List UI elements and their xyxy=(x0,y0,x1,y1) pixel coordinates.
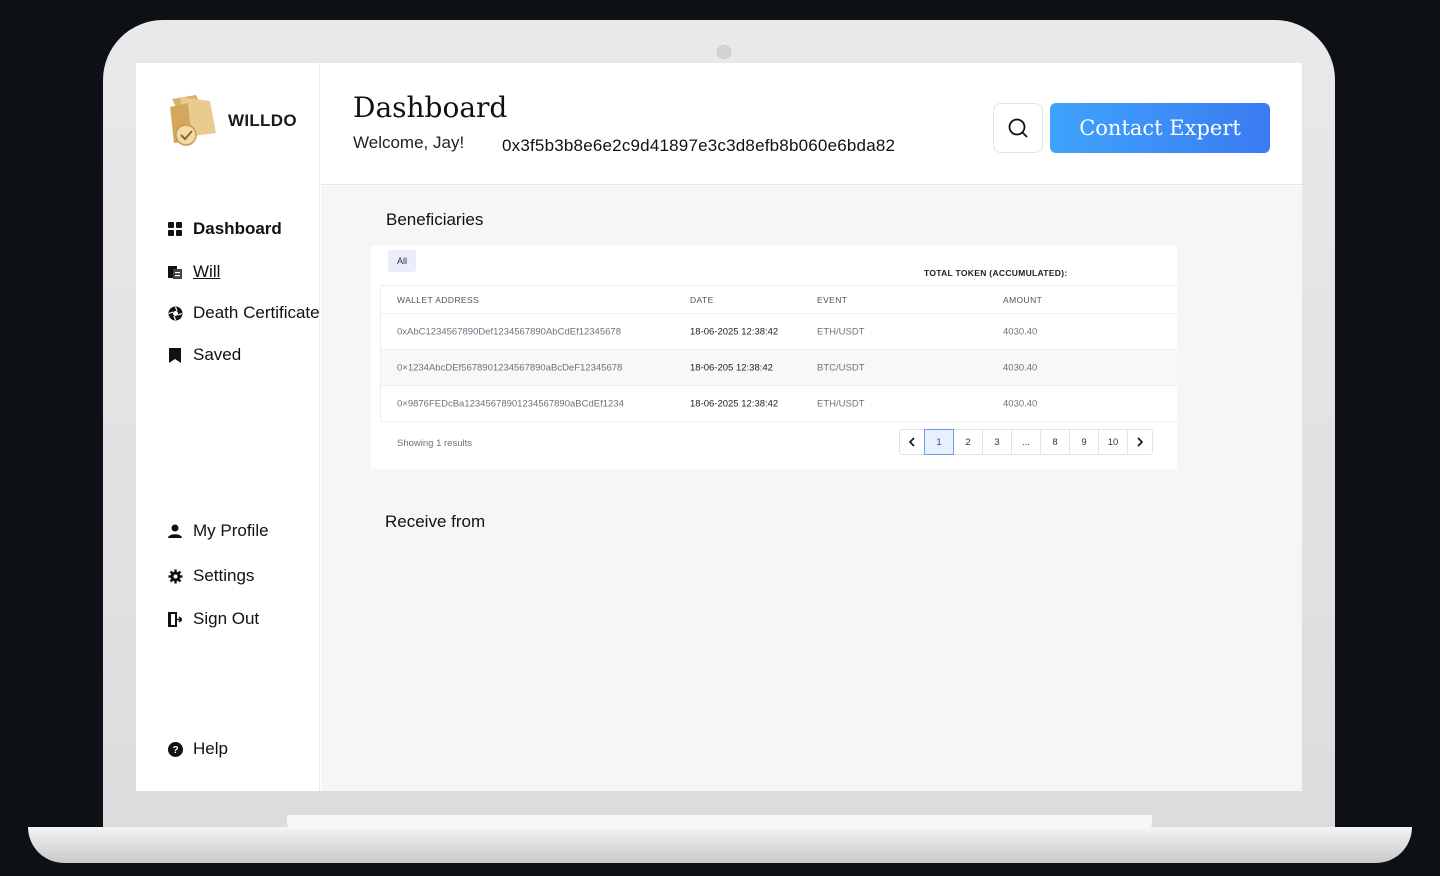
total-token-label: TOTAL TOKEN (ACCUMULATED): xyxy=(924,268,1068,278)
table-row[interactable]: 0xAbC1234567890Def1234567890AbCdEf123456… xyxy=(381,314,1177,350)
sidebar-item-label: Settings xyxy=(193,566,255,585)
search-icon xyxy=(1008,118,1028,138)
sidebar-item-label: Death Certificate xyxy=(193,303,320,322)
beneficiaries-card: All TOTAL TOKEN (ACCUMULATED): WALLET AD… xyxy=(371,246,1177,469)
chevron-left-icon xyxy=(908,437,915,447)
cell-wallet: 0xAbC1234567890Def1234567890AbCdEf123456… xyxy=(397,326,621,337)
page-button-2[interactable]: 2 xyxy=(953,429,983,455)
cell-wallet: 0×9876FEDcBa12345678901234567890aBCdEf12… xyxy=(397,398,624,409)
svg-text:?: ? xyxy=(172,745,178,756)
sidebar-item-my-profile[interactable]: My Profile xyxy=(167,521,269,541)
user-icon xyxy=(167,523,183,539)
sidebar-item-label: Saved xyxy=(193,345,242,364)
search-button[interactable] xyxy=(993,103,1043,153)
grid-icon xyxy=(167,221,183,237)
page-button-10[interactable]: 10 xyxy=(1098,429,1128,455)
sidebar-item-help[interactable]: ? Help xyxy=(167,739,228,759)
column-header-wallet[interactable]: WALLET ADDRESS xyxy=(397,295,479,305)
cell-wallet: 0×1234AbcDEf5678901234567890aBcDeF123456… xyxy=(397,362,623,373)
cell-event: ETH/USDT xyxy=(817,326,865,337)
main-content: Beneficiaries All TOTAL TOKEN (ACCUMULAT… xyxy=(321,186,1302,791)
gear-icon xyxy=(167,568,183,584)
sidebar-item-settings[interactable]: Settings xyxy=(167,566,254,586)
brand-name: WILLDO xyxy=(228,111,297,130)
filter-tab-all[interactable]: All xyxy=(388,250,416,272)
laptop-base xyxy=(28,827,1412,863)
sidebar: WILLDO Dashboard Will Death Certificate … xyxy=(136,63,320,791)
page-title: Dashboard xyxy=(353,91,508,124)
receive-from-title: Receive from xyxy=(385,512,486,531)
aperture-icon xyxy=(167,305,183,321)
sidebar-item-label: Help xyxy=(193,739,228,758)
welcome-text: Welcome, Jay! xyxy=(353,133,465,152)
beneficiaries-table: WALLET ADDRESS DATE EVENT AMOUNT 0xAbC12… xyxy=(380,285,1177,422)
beneficiaries-title: Beneficiaries xyxy=(386,210,484,229)
sidebar-item-label: Dashboard xyxy=(193,219,282,238)
sidebar-item-label: Will xyxy=(193,262,221,281)
column-header-date[interactable]: DATE xyxy=(690,295,714,305)
sidebar-item-label: My Profile xyxy=(193,521,269,540)
table-header-row: WALLET ADDRESS DATE EVENT AMOUNT xyxy=(381,286,1177,314)
app-screen: WILLDO Dashboard Will Death Certificate … xyxy=(136,63,1302,791)
page-ellipsis: ... xyxy=(1011,429,1041,455)
cell-date: 18-06-2025 12:38:42 xyxy=(690,326,779,337)
chevron-right-icon xyxy=(1137,437,1144,447)
brand-logo[interactable]: WILLDO xyxy=(166,93,297,149)
laptop-notch xyxy=(287,815,1152,829)
table-row[interactable]: 0×9876FEDcBa12345678901234567890aBCdEf12… xyxy=(381,386,1177,422)
wallet-address: 0x3f5b3b8e6e2c9d41897e3c3d8efb8b060e6bda… xyxy=(502,136,896,155)
pagination: 1 2 3 ... 8 9 10 xyxy=(899,429,1153,455)
cell-event: BTC/USDT xyxy=(817,362,865,373)
sidebar-item-death-certificate[interactable]: Death Certificate xyxy=(167,303,320,323)
cell-event: ETH/USDT xyxy=(817,398,865,409)
table-footer: Showing 1 results 1 2 3 ... 8 9 10 xyxy=(380,422,1177,462)
sidebar-item-saved[interactable]: Saved xyxy=(167,345,241,365)
cell-date: 18-06-205 12:38:42 xyxy=(690,362,773,373)
cell-amount: 4030.40 xyxy=(1003,362,1038,373)
results-count: Showing 1 results xyxy=(397,438,472,449)
next-page-button[interactable] xyxy=(1127,429,1153,455)
sidebar-item-dashboard[interactable]: Dashboard xyxy=(167,219,282,239)
column-header-event[interactable]: EVENT xyxy=(817,295,847,305)
signout-icon xyxy=(167,611,183,627)
table-row[interactable]: 0×1234AbcDEf5678901234567890aBcDeF123456… xyxy=(381,350,1177,386)
page-button-9[interactable]: 9 xyxy=(1069,429,1099,455)
help-icon: ? xyxy=(167,741,183,757)
column-header-amount[interactable]: AMOUNT xyxy=(1003,295,1042,305)
page-button-1[interactable]: 1 xyxy=(924,429,954,455)
page-button-3[interactable]: 3 xyxy=(982,429,1012,455)
bookmark-icon xyxy=(167,347,183,363)
sidebar-item-label: Sign Out xyxy=(193,609,260,628)
cell-amount: 4030.40 xyxy=(1003,326,1038,337)
contact-expert-button[interactable]: Contact Expert xyxy=(1050,103,1270,153)
document-icon xyxy=(167,264,183,280)
laptop-camera xyxy=(717,45,731,59)
cell-amount: 4030.40 xyxy=(1003,398,1038,409)
prev-page-button[interactable] xyxy=(899,429,925,455)
cell-date: 18-06-2025 12:38:42 xyxy=(690,398,779,409)
sidebar-item-will[interactable]: Will xyxy=(167,262,220,282)
sidebar-item-sign-out[interactable]: Sign Out xyxy=(167,609,259,629)
willdo-logo-icon xyxy=(166,93,218,149)
top-header: Dashboard Welcome, Jay! 0x3f5b3b8e6e2c9d… xyxy=(321,63,1302,185)
page-button-8[interactable]: 8 xyxy=(1040,429,1070,455)
